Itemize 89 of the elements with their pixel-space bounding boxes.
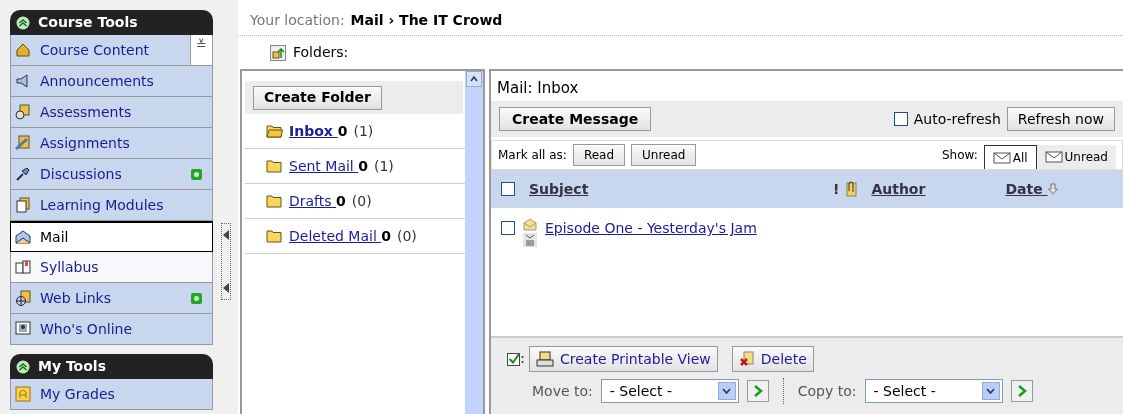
section-title: Course Tools <box>38 13 138 32</box>
delete-button[interactable]: Delete <box>731 346 814 372</box>
scroll-up-button[interactable] <box>466 71 482 87</box>
copy-to-label: Copy to: <box>797 381 857 401</box>
sidebar-item[interactable]: Assessments <box>10 97 213 128</box>
priority-column-header: ! <box>833 179 840 199</box>
sidebar-item[interactable]: Assignments <box>10 128 213 159</box>
create-folder-button[interactable]: Create Folder <box>253 85 383 110</box>
sidebar-item[interactable]: Course Content ≚ <box>10 35 213 66</box>
filter-tab[interactable]: Unread <box>1036 145 1116 169</box>
folder-link[interactable]: Deleted Mail <box>289 225 382 247</box>
section-header[interactable]: My Tools <box>10 354 213 379</box>
unread-count: 0 <box>336 191 346 211</box>
subject-column-header[interactable]: Subject <box>529 178 819 200</box>
section-header[interactable]: Course Tools <box>10 10 213 35</box>
expand-icon[interactable] <box>523 233 537 247</box>
copy-to-select[interactable]: - Select - <box>864 379 1003 403</box>
breadcrumb-label: Your location: <box>250 11 345 30</box>
folder-icon <box>266 229 283 243</box>
clock-icon <box>15 104 31 120</box>
sidebar-item[interactable]: Web Links <box>10 283 213 314</box>
pin-icon <box>15 166 31 182</box>
ruler-icon <box>15 135 31 151</box>
auto-refresh-checkbox[interactable] <box>893 112 908 126</box>
delete-icon <box>738 351 755 367</box>
folder-tree-icon <box>270 44 286 61</box>
sidebar-item[interactable]: Learning Modules <box>10 190 213 221</box>
folder-icon <box>266 194 283 208</box>
sidebar-item[interactable]: Discussions <box>10 159 213 190</box>
total-count: (1) <box>353 121 374 141</box>
unread-count: 0 <box>358 156 368 176</box>
message-checkbox[interactable] <box>501 221 515 235</box>
create-message-button[interactable]: Create Message <box>499 107 652 131</box>
sidebar-item[interactable]: Syllabus <box>10 252 213 283</box>
sidebar-item[interactable]: Who's Online <box>10 314 213 345</box>
open-folder-icon <box>266 124 283 138</box>
filter-tab[interactable]: All <box>983 145 1037 169</box>
home-icon <box>15 42 31 58</box>
pages-icon <box>15 197 31 213</box>
globe-icon <box>15 290 31 306</box>
folders-label: Folders: <box>293 43 349 62</box>
folder-link[interactable]: Inbox <box>289 120 338 142</box>
checked-box-icon <box>507 352 525 366</box>
collapse-icon <box>16 15 30 30</box>
sidebar-item[interactable]: Mail <box>10 221 213 252</box>
go-button[interactable] <box>1010 380 1033 402</box>
unread-count: 0 <box>337 121 348 141</box>
scrollbar[interactable] <box>465 71 483 414</box>
move-to-select[interactable]: - Select - <box>600 379 739 403</box>
collapse-handle[interactable] <box>221 223 231 300</box>
section-title: My Tools <box>38 357 106 376</box>
sidebar-item[interactable]: My Grades <box>10 379 213 410</box>
total-count: (0) <box>351 191 372 211</box>
mark-button[interactable]: Unread <box>631 144 697 166</box>
total-count: (1) <box>373 156 394 176</box>
caret-up-icon <box>470 76 478 82</box>
folder-icon <box>266 159 283 173</box>
printable-view-button[interactable]: Create Printable View <box>529 346 718 372</box>
grade-icon <box>15 386 31 402</box>
mark-all-label: Mark all as: <box>498 147 567 164</box>
envelope-icon <box>523 218 537 231</box>
select-all-checkbox[interactable] <box>501 182 515 196</box>
mark-button[interactable]: Read <box>572 144 626 166</box>
move-to-label: Move to: <box>532 381 593 401</box>
auto-refresh-label: Auto-refresh <box>913 109 1001 129</box>
folder-link[interactable]: Drafts <box>289 190 337 212</box>
go-button[interactable] <box>746 380 769 402</box>
sort-down-icon <box>1047 183 1058 195</box>
book-icon <box>15 259 31 275</box>
date-column-header[interactable]: Date <box>1005 178 1048 200</box>
author-column-header[interactable]: Author <box>871 178 992 200</box>
envelope-icon <box>992 151 1011 164</box>
mail-icon <box>15 229 31 245</box>
total-count: (0) <box>397 226 417 246</box>
mail-title: Mail: Inbox <box>496 78 580 99</box>
sidebar-item[interactable]: Announcements <box>10 66 213 97</box>
speaker-icon <box>15 73 31 89</box>
show-label: Show: <box>941 147 978 164</box>
envelope-icon <box>1044 151 1063 163</box>
expand-button[interactable]: ≚ <box>190 35 212 65</box>
printer-icon <box>536 351 554 367</box>
breadcrumb-path: Mail › The IT Crowd <box>350 11 503 30</box>
collapse-icon <box>16 359 30 374</box>
screen-icon <box>15 321 31 337</box>
refresh-now-button[interactable]: Refresh now <box>1006 107 1115 131</box>
message-subject-link[interactable]: Episode One - Yesterday's Jam <box>545 218 757 239</box>
folder-link[interactable]: Sent Mail <box>289 155 359 177</box>
paperclip-icon <box>845 181 858 197</box>
unread-count: 0 <box>381 226 391 246</box>
